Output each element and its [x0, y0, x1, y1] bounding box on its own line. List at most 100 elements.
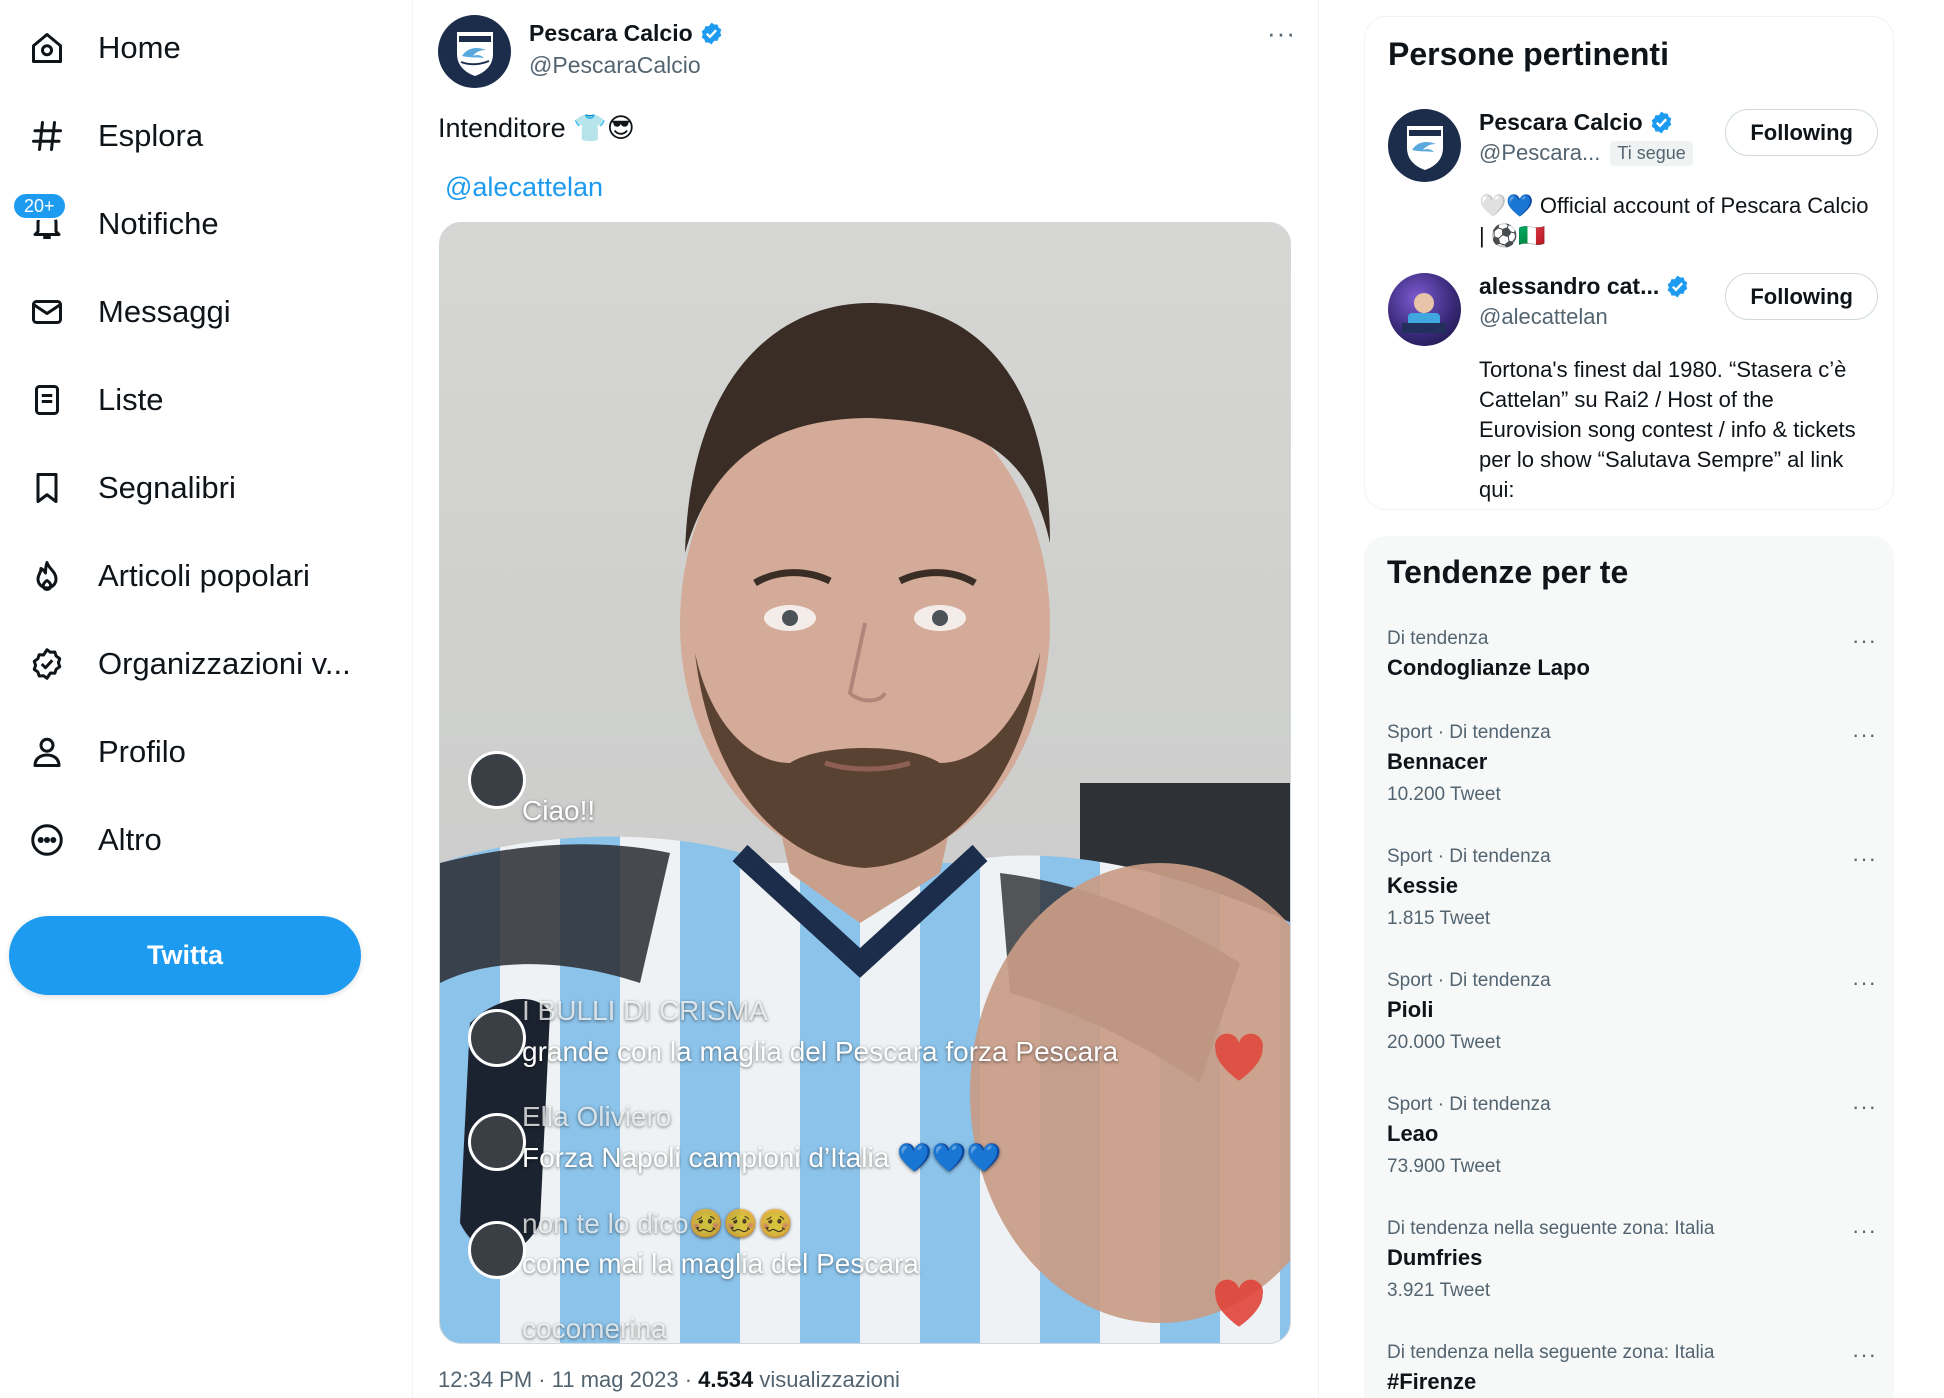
- nav-item-more[interactable]: Altro: [22, 808, 162, 872]
- trend-count: 1.815 Tweet: [1387, 908, 1491, 929]
- meta-separator: ·: [684, 1367, 693, 1392]
- nav-item-home[interactable]: Home: [22, 16, 181, 80]
- trend-item[interactable]: Sport · Di tendenza Pioli 20.000 Tweet ·…: [1387, 968, 1877, 1060]
- trend-item[interactable]: Sport · Di tendenza Leao 73.900 Tweet ··…: [1387, 1092, 1877, 1184]
- cattelan-avatar-illustration: [1402, 293, 1446, 333]
- relevant-people-card: Persone pertinenti Pescara Calcio @Pesca…: [1364, 16, 1894, 510]
- trend-more-icon[interactable]: ···: [1852, 628, 1877, 654]
- meta-separator: ·: [538, 1367, 546, 1392]
- author-avatar[interactable]: [438, 15, 511, 88]
- tweet-text: Intenditore 👕😎: [438, 113, 635, 143]
- nav-label-popular-articles: Articoli popolari: [98, 558, 310, 593]
- tweet-button[interactable]: Twitta: [9, 916, 361, 995]
- video-comment-text: Ciao!!: [522, 795, 596, 826]
- relevant-people-title: Persone pertinenti: [1388, 36, 1669, 72]
- trend-count: 20.000 Tweet: [1387, 1032, 1501, 1053]
- heart-icon: [1215, 1279, 1264, 1327]
- nav-item-messages[interactable]: Messaggi: [22, 280, 231, 344]
- verified-badge-icon: [22, 639, 72, 689]
- nav-label-verified-organizations: Organizzazioni v...: [98, 646, 351, 681]
- nav-label-more: Altro: [98, 822, 162, 857]
- more-circle-icon: [22, 815, 72, 865]
- trend-context: Di tendenza: [1387, 628, 1489, 649]
- trend-more-icon[interactable]: ···: [1852, 1342, 1877, 1368]
- trend-item[interactable]: Sport · Di tendenza Bennacer 10.200 Twee…: [1387, 720, 1877, 812]
- nav-item-popular-articles[interactable]: Articoli popolari: [22, 544, 310, 608]
- notification-badge: 20+: [12, 192, 67, 220]
- nav-label-notifications: Notifiche: [98, 206, 219, 241]
- trend-name: Kessie: [1387, 873, 1458, 898]
- trend-name: #Firenze: [1387, 1369, 1477, 1394]
- person-handle-text: @Pescara...: [1479, 140, 1601, 165]
- verified-icon: [1651, 111, 1671, 134]
- trends-card: Tendenze per te Di tendenza Condoglianze…: [1364, 536, 1894, 1398]
- trend-more-icon[interactable]: ···: [1852, 1094, 1877, 1120]
- nav-item-notifications[interactable]: 20+ Notifiche: [12, 192, 219, 256]
- video-comment-text: come mai la maglia del Pescara: [522, 1248, 919, 1279]
- trend-name: Dumfries: [1387, 1245, 1483, 1270]
- person-avatar[interactable]: [1388, 109, 1461, 182]
- trend-item[interactable]: Di tendenza nella seguente zona: Italia …: [1387, 1216, 1877, 1308]
- author-handle[interactable]: @PescaraCalcio: [529, 52, 701, 79]
- nav-item-lists[interactable]: Liste: [22, 368, 163, 432]
- comment-avatar: [468, 751, 526, 809]
- comment-avatar: [468, 1113, 526, 1171]
- trend-more-icon[interactable]: ···: [1852, 722, 1877, 748]
- author-name[interactable]: Pescara Calcio: [529, 20, 724, 47]
- trend-name: Pioli: [1387, 997, 1434, 1022]
- video-comment-user: I BULLI DI CRISMA: [522, 995, 768, 1026]
- verified-icon: [701, 22, 721, 45]
- person-pescara-calcio[interactable]: Pescara Calcio @Pescara... Ti segue Foll…: [1388, 109, 1878, 249]
- video-comment-user: cocomerina: [522, 1313, 667, 1344]
- trend-item[interactable]: Di tendenza Condoglianze Lapo ···: [1387, 626, 1877, 684]
- person-handle[interactable]: @Pescara... Ti segue: [1479, 140, 1693, 166]
- following-button[interactable]: Following: [1725, 273, 1878, 320]
- person-name[interactable]: Pescara Calcio: [1479, 109, 1674, 136]
- nav-item-profile[interactable]: Profilo: [22, 720, 186, 784]
- person-handle-text: @alecattelan: [1479, 304, 1608, 329]
- tweet-date[interactable]: 11 mag 2023: [552, 1367, 679, 1392]
- tweet-time[interactable]: 12:34 PM: [438, 1367, 532, 1392]
- video-comment-user: non te lo dico🥴🥴🥴: [522, 1208, 794, 1239]
- trend-more-icon[interactable]: ···: [1852, 846, 1877, 872]
- trend-name: Bennacer: [1387, 749, 1488, 774]
- comment-avatar: [468, 1221, 526, 1279]
- trend-more-icon[interactable]: ···: [1852, 1218, 1877, 1244]
- person-bio: 🤍💙 Official account of Pescara Calcio | …: [1479, 193, 1869, 248]
- trend-context: Sport · Di tendenza: [1387, 970, 1551, 991]
- trend-name: Leao: [1387, 1121, 1439, 1146]
- trend-more-icon[interactable]: ···: [1852, 970, 1877, 996]
- video-frame-illustration: [440, 303, 1290, 1343]
- more-options-icon[interactable]: ···: [1267, 18, 1296, 49]
- person-handle[interactable]: @alecattelan: [1479, 304, 1608, 330]
- trend-context: Di tendenza nella seguente zona: Italia: [1387, 1218, 1715, 1239]
- view-count: 4.534: [698, 1367, 754, 1392]
- nav-item-bookmarks[interactable]: Segnalibri: [22, 456, 236, 520]
- follows-you-badge: Ti segue: [1610, 140, 1693, 166]
- nav-label-profile: Profilo: [98, 734, 186, 769]
- tweet-detail: Pescara Calcio @PescaraCalcio ··· Intend…: [413, 0, 1319, 1398]
- author-name-text: Pescara Calcio: [529, 20, 693, 46]
- following-button[interactable]: Following: [1725, 109, 1878, 156]
- person-avatar[interactable]: [1388, 273, 1461, 346]
- list-icon: [22, 375, 72, 425]
- trend-count: 3.921 Tweet: [1387, 1280, 1491, 1301]
- person-name[interactable]: alessandro cat...: [1479, 273, 1690, 300]
- tweet-mention-link[interactable]: @alecattelan: [445, 172, 603, 203]
- nav-item-explore[interactable]: Esplora: [22, 104, 203, 168]
- person-alessandro-cattelan[interactable]: alessandro cat... @alecattelan Following…: [1388, 273, 1878, 502]
- bell-icon: 20+: [12, 192, 72, 249]
- hashtag-icon: [22, 111, 72, 161]
- trend-name: Condoglianze Lapo: [1387, 655, 1590, 680]
- trend-context: Sport · Di tendenza: [1387, 1094, 1551, 1115]
- flame-icon: [22, 551, 72, 601]
- bookmark-icon: [22, 463, 72, 513]
- nav-label-lists: Liste: [98, 382, 164, 417]
- tweet-video[interactable]: Ciao!! I BULLI DI CRISMA grande con la m…: [439, 222, 1291, 1344]
- trend-item[interactable]: Di tendenza nella seguente zona: Italia …: [1387, 1340, 1877, 1398]
- video-comment-user: Ella Oliviero: [522, 1101, 672, 1132]
- nav-item-verified-organizations[interactable]: Organizzazioni v...: [22, 632, 351, 696]
- trend-item[interactable]: Sport · Di tendenza Kessie 1.815 Tweet ·…: [1387, 844, 1877, 936]
- pescara-crest-logo: [1406, 125, 1443, 170]
- trend-context: Sport · Di tendenza: [1387, 846, 1551, 867]
